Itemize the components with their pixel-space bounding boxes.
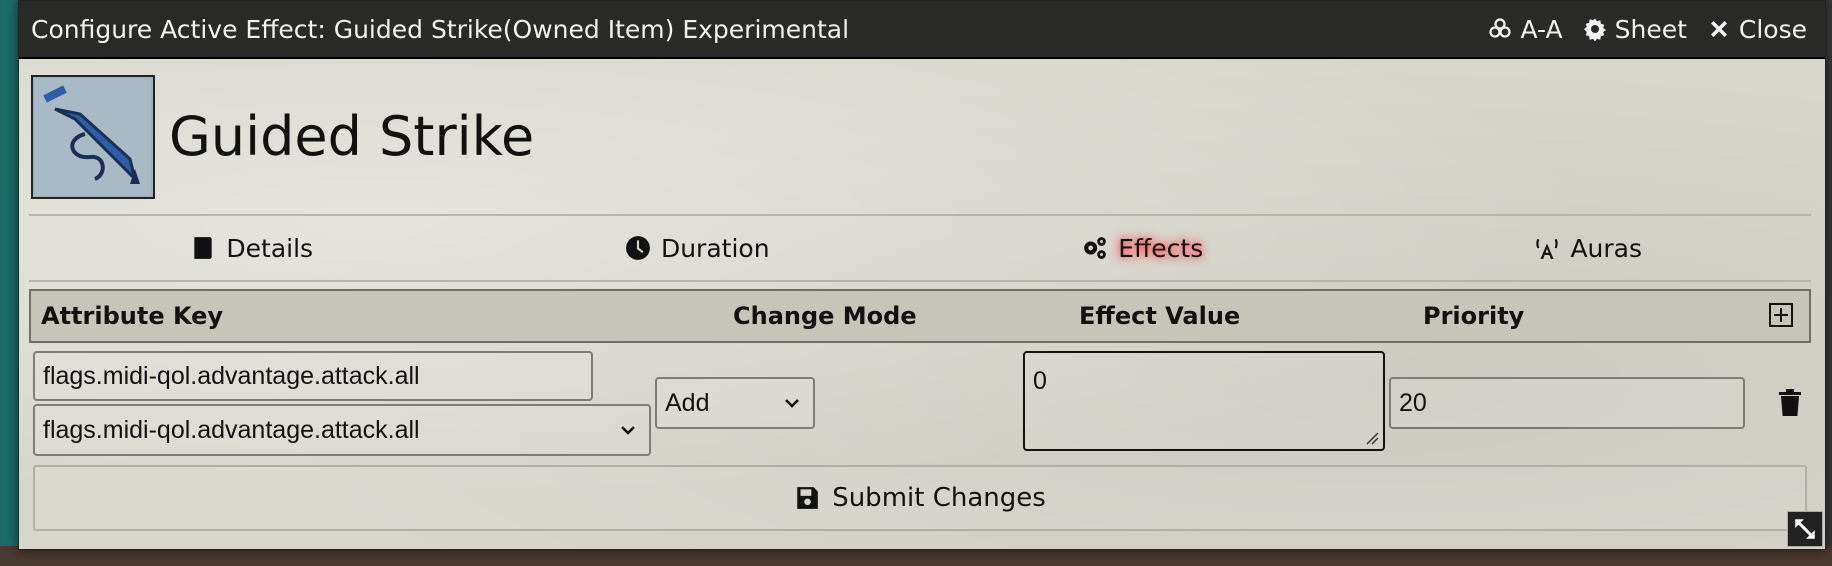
submit-changes-label: Submit Changes (832, 483, 1046, 513)
active-effect-dialog: Configure Active Effect: Guided Strike(O… (18, 0, 1826, 550)
priority-input[interactable]: 20 (1389, 377, 1745, 429)
tab-details-label: Details (226, 233, 314, 263)
chevron-down-icon (621, 426, 635, 435)
window-resize-handle[interactable] (1787, 511, 1823, 547)
guided-strike-icon[interactable] (31, 74, 155, 199)
add-change-button[interactable] (1769, 303, 1793, 327)
tab-duration-label: Duration (660, 233, 770, 263)
attribute-key-select-value: flags.midi-qol.advantage.attack.all (43, 415, 420, 444)
window-titlebar[interactable]: Configure Active Effect: Guided Strike(O… (19, 1, 1825, 59)
trash-icon[interactable] (1777, 387, 1803, 417)
broadcast-icon (1536, 238, 1559, 259)
sword-emblem (35, 78, 151, 195)
expand-icon (1795, 519, 1815, 539)
clock-icon (626, 236, 650, 260)
changes-table-header: Attribute Key Change Mode Effect Value P… (29, 289, 1811, 343)
tab-effects[interactable]: Effects (920, 234, 1366, 263)
save-icon (797, 487, 819, 509)
attribute-key-input[interactable]: flags.midi-qol.advantage.attack.all (33, 351, 593, 401)
submit-changes-button[interactable]: Submit Changes (33, 465, 1807, 531)
header-change-mode: Change Mode (733, 302, 917, 330)
aa-button[interactable]: A-A (1488, 14, 1563, 44)
tab-effects-label: Effects (1118, 233, 1204, 263)
window-title: Configure Active Effect: Guided Strike(O… (31, 14, 850, 44)
item-name[interactable]: Guided Strike (169, 105, 534, 168)
gear-icon (1583, 18, 1606, 41)
close-button[interactable]: Close (1707, 15, 1807, 44)
close-icon (1710, 21, 1727, 37)
tab-auras[interactable]: Auras (1366, 234, 1812, 263)
chevron-down-icon (785, 399, 799, 408)
cogs-icon (1084, 237, 1107, 259)
tab-duration[interactable]: Duration (475, 234, 921, 263)
header-attribute-key: Attribute Key (41, 302, 224, 330)
change-mode-select[interactable]: Add (655, 377, 815, 429)
sheet-button[interactable]: Sheet (1583, 15, 1687, 44)
tab-details[interactable]: Details (29, 234, 475, 263)
book-icon (194, 237, 213, 259)
sheet-label: Sheet (1614, 14, 1687, 44)
effect-value-text: 0 (1033, 367, 1047, 395)
header-priority: Priority (1423, 302, 1525, 330)
tab-nav: Details Duration Effects Auras (29, 214, 1811, 282)
tab-auras-label: Auras (1570, 233, 1643, 263)
resize-grip-icon[interactable] (1365, 431, 1379, 445)
attribute-key-select[interactable]: flags.midi-qol.advantage.attack.all (33, 404, 651, 456)
close-label: Close (1738, 14, 1807, 44)
item-header: Guided Strike (19, 59, 1825, 214)
effect-value-textarea[interactable]: 0 (1023, 351, 1385, 451)
header-effect-value: Effect Value (1079, 302, 1241, 330)
aa-label: A-A (1520, 14, 1563, 44)
titlebar-actions: A-A Sheet Close (1488, 15, 1807, 44)
biohazard-icon (1489, 18, 1512, 38)
change-mode-value: Add (665, 388, 710, 417)
